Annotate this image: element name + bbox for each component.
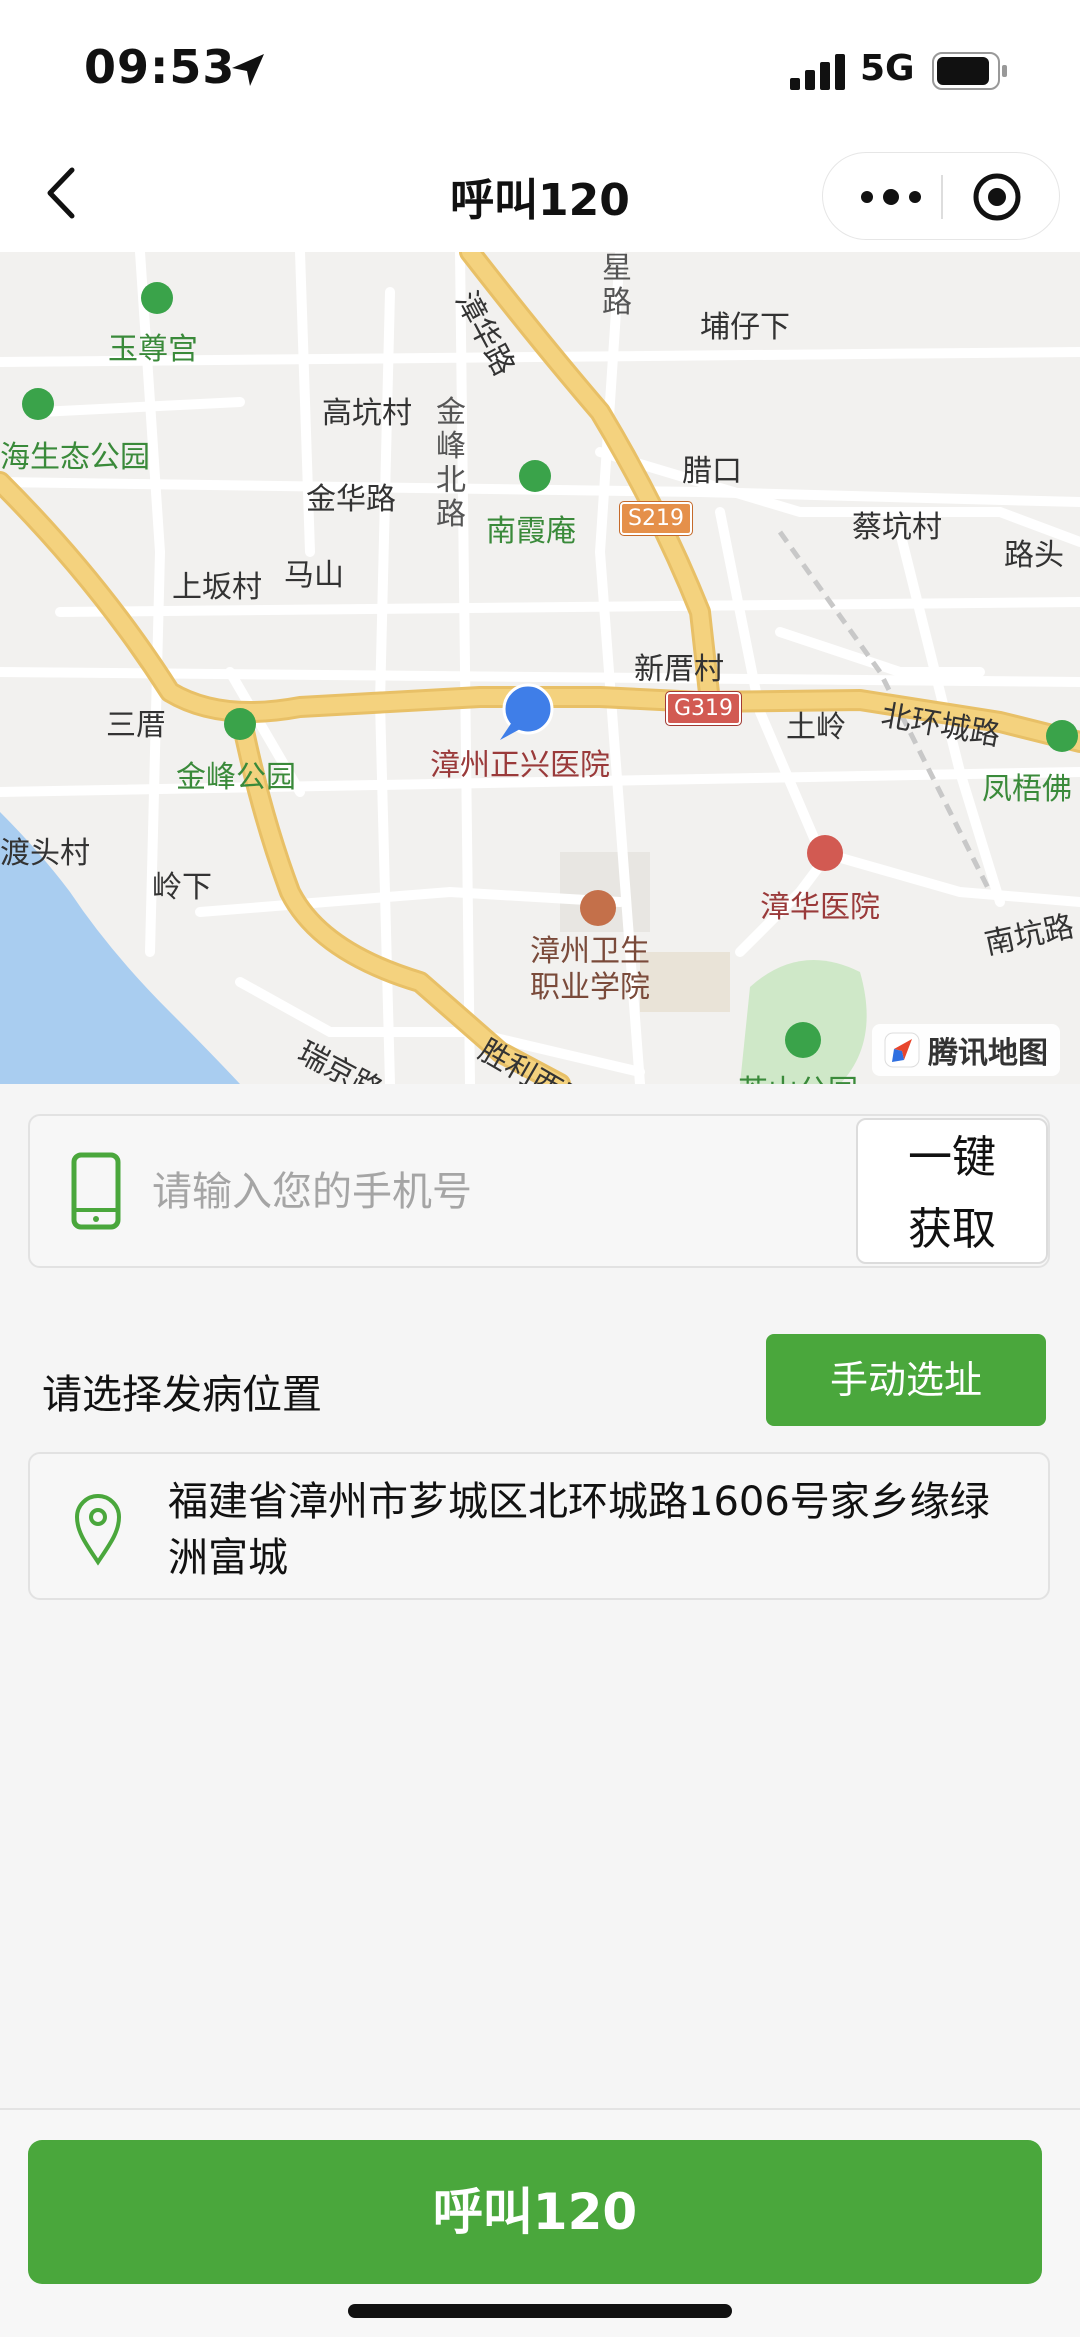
status-time: 09:53: [84, 40, 236, 94]
map-label-dutou: 渡头村: [0, 836, 90, 871]
signal-icon: [790, 54, 845, 90]
map-label-caikeng: 蔡坑村: [852, 510, 942, 545]
target-icon[interactable]: [971, 171, 1023, 223]
battery-icon: [932, 52, 1007, 90]
map-label-fengwu: 凤梧佛: [982, 772, 1072, 807]
map-label-sancuo: 三厝: [106, 708, 166, 743]
map-label-zhengxing-hospital: 漳州正兴医院: [430, 748, 610, 783]
map-label-lakou: 腊口: [682, 454, 742, 489]
one-key-get-button[interactable]: 一键 获取: [856, 1118, 1048, 1264]
address-text: 福建省漳州市芗城区北环城路1606号家乡缘绿洲富城: [168, 1479, 990, 1581]
location-arrow-icon: [232, 54, 264, 86]
map-label-mashan: 马山: [284, 558, 344, 593]
map-label-lutou: 路头: [1004, 538, 1064, 573]
phone-card: 一键 获取: [28, 1114, 1050, 1268]
map-label-buzixia: 埔仔下: [700, 310, 790, 345]
map-label-jinhua-road: 金华路: [306, 482, 396, 517]
map-label-xincuo: 新厝村: [634, 652, 724, 687]
bottom-bar: 呼叫120: [0, 2108, 1080, 2337]
map-label-shangban: 上坂村: [172, 570, 262, 605]
capsule-divider: [941, 175, 943, 219]
address-card[interactable]: 福建省漳州市芗城区北环城路1606号家乡缘绿洲富城: [28, 1452, 1050, 1600]
nav-bar: 呼叫120: [0, 140, 1080, 252]
shield-s219: S219: [619, 501, 693, 536]
home-indicator[interactable]: [348, 2304, 732, 2318]
phone-icon: [71, 1152, 121, 1230]
map-label-eco-park: 海生态公园: [0, 440, 150, 475]
map-label-tuling: 土岭: [786, 710, 846, 745]
map-provider-logo: 腾讯地图: [872, 1024, 1060, 1076]
status-bar: 09:53 5G: [0, 0, 1080, 140]
map-label-star-road: 星路: [602, 252, 632, 320]
map-label-health-college: 漳州卫生职业学院: [530, 934, 650, 1005]
map-view[interactable]: 玉尊宫 海生态公园 高坑村 金峰北路 金华路 南霞庵 上坂村 马山 漳华路 星路…: [0, 252, 1080, 1084]
location-pin-icon: [74, 1494, 122, 1566]
call-120-button[interactable]: 呼叫120: [28, 2140, 1042, 2284]
map-label-jinfeng-park: 金峰公园: [176, 760, 296, 795]
map-provider-name: 腾讯地图: [928, 1036, 1048, 1071]
manual-select-button[interactable]: 手动选址: [766, 1334, 1046, 1426]
miniprogram-capsule: [822, 152, 1060, 240]
location-section-title: 请选择发病位置: [42, 1372, 322, 1418]
map-label-lingxia: 岭下: [152, 870, 212, 905]
map-label-nanxiaan: 南霞庵: [486, 514, 576, 549]
map-label-zhanghua-hospital: 漳华医院: [760, 890, 880, 925]
more-icon[interactable]: [853, 177, 929, 217]
map-label-gaokeng: 高坑村: [322, 396, 412, 431]
network-type: 5G: [860, 48, 915, 89]
one-key-get-label-line2: 获取: [908, 1204, 996, 1255]
tencent-map-icon: [884, 1032, 920, 1068]
one-key-get-label-line1: 一键: [908, 1132, 996, 1183]
phone-input[interactable]: [152, 1156, 852, 1228]
map-label-zhishan-park: 芝山公园: [738, 1066, 858, 1084]
map-label-yuzungong: 玉尊宫: [108, 332, 198, 367]
shield-g319: G319: [664, 691, 743, 726]
map-label-jinfeng-north: 金峰北路: [436, 395, 466, 532]
